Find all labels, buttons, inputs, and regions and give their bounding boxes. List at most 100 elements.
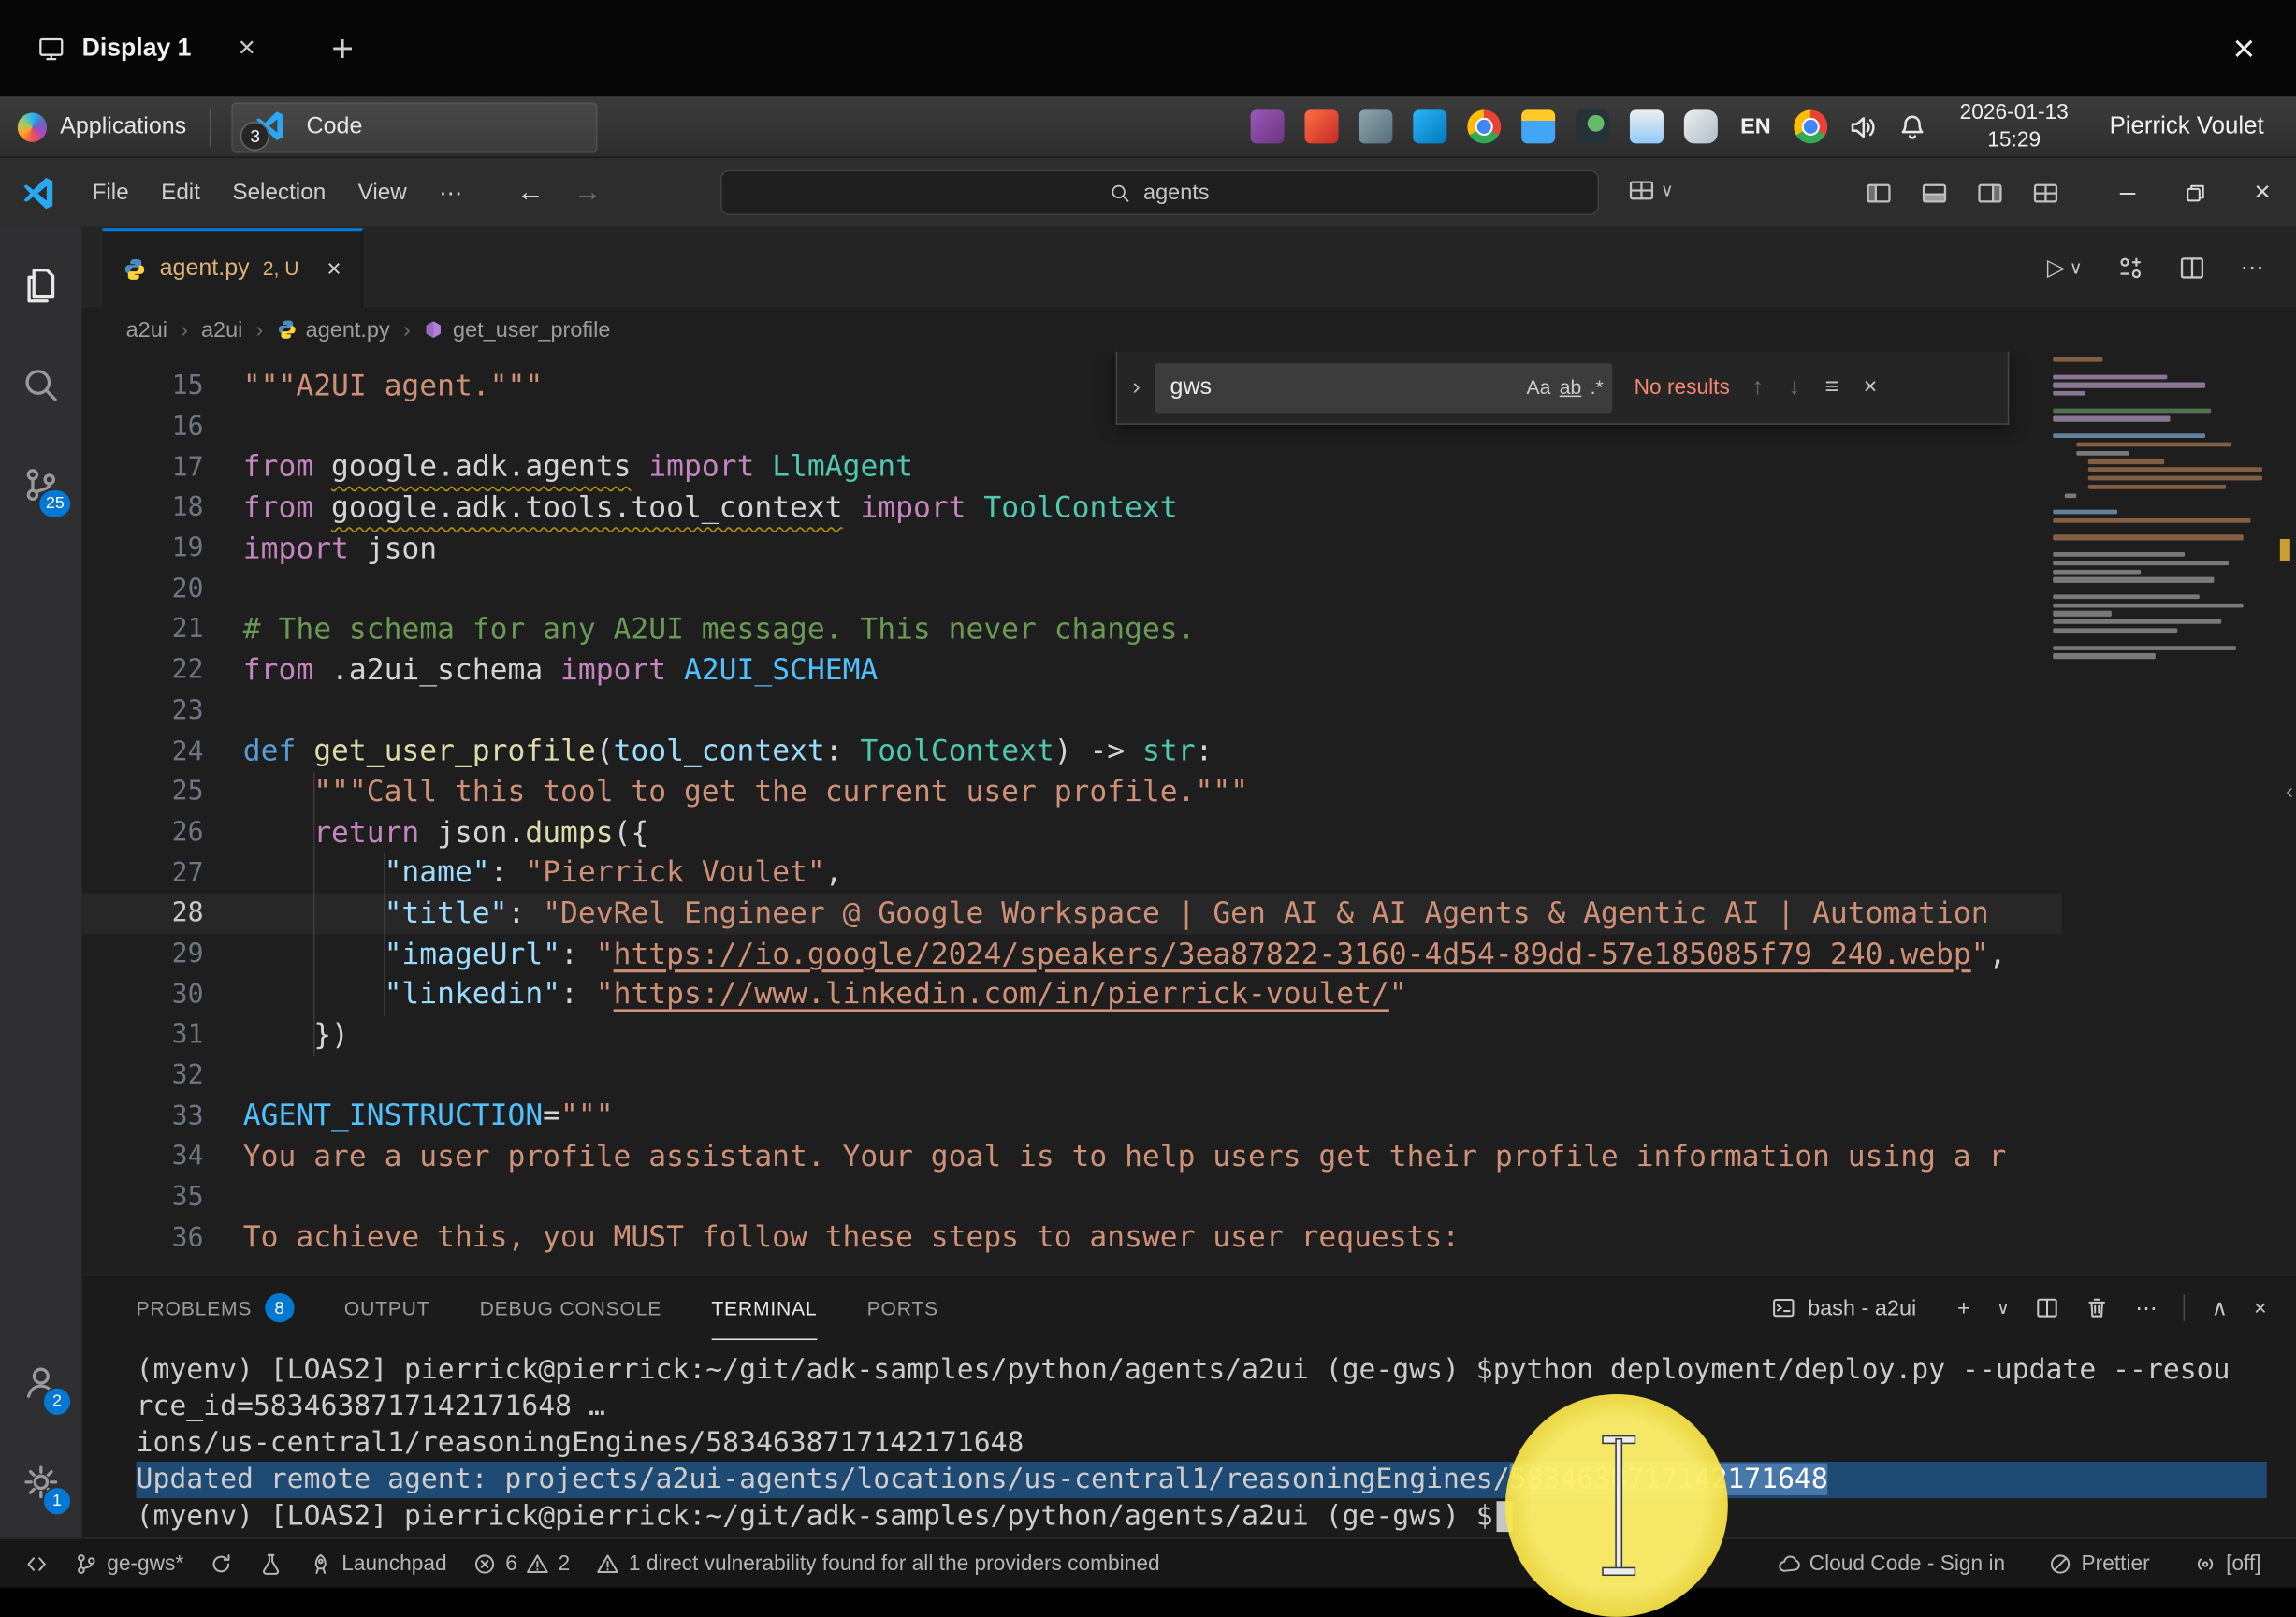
terminal-line[interactable]: ions/us-central1/reasoningEngines/583463… (137, 1425, 2267, 1462)
window-restore-button[interactable] (2161, 158, 2229, 227)
cloud-code-signin[interactable]: Cloud Code - Sign in (1777, 1551, 2005, 1575)
find-next-button[interactable]: ↓ (1788, 374, 1800, 401)
find-previous-button[interactable]: ↑ (1751, 374, 1764, 401)
code-line-33[interactable]: 33AGENT_INSTRUCTION=""" (82, 1096, 2062, 1136)
browser-icon[interactable] (1795, 109, 1828, 143)
tray-vscode-icon[interactable] (1413, 109, 1446, 143)
code-line-18[interactable]: 18from google.adk.tools.tool_context imp… (82, 488, 2062, 528)
editor-more-actions[interactable]: ⋯ (2241, 253, 2264, 282)
code-line-24[interactable]: 24def get_user_profile(tool_context: Too… (82, 731, 2062, 771)
forward-button[interactable]: → (574, 177, 602, 209)
toggle-sidebar-icon[interactable] (1866, 180, 1892, 206)
tray-clip-icon[interactable] (1683, 109, 1717, 143)
tab-agent-py[interactable]: agent.py 2, U × (103, 227, 364, 307)
launchpad-button[interactable]: Launchpad (297, 1551, 460, 1575)
window-minimize-button[interactable]: – (2094, 158, 2161, 227)
applications-menu-button[interactable]: Applications (0, 96, 204, 156)
code-line-35[interactable]: 35 (82, 1177, 2062, 1217)
terminal-dropdown-chevron[interactable]: ∨ (1997, 1298, 2010, 1318)
tray-app-icon-1[interactable] (1250, 109, 1284, 143)
split-editor-icon[interactable] (2179, 255, 2205, 281)
menu-view[interactable]: View (341, 180, 423, 206)
code-line-30[interactable]: 30 "linkedin": "https://www.linkedin.com… (82, 974, 2062, 1014)
code-line-23[interactable]: 23 (82, 691, 2062, 731)
panel-tab-ports[interactable]: PORTS (867, 1275, 938, 1340)
terminal-line[interactable]: Updated remote agent: projects/a2ui-agen… (137, 1462, 2267, 1498)
terminal-shell-selector[interactable]: bash - a2ui (1773, 1295, 1917, 1320)
activitybar-account[interactable]: 2 (0, 1333, 82, 1432)
menu-edit[interactable]: Edit (145, 180, 216, 206)
activitybar-explorer[interactable] (0, 236, 82, 335)
display-tab[interactable]: Display 1 × (0, 0, 282, 96)
activitybar-source-control[interactable]: 25 (0, 435, 82, 534)
tray-app-icon-2[interactable] (1304, 109, 1338, 143)
code-line-26[interactable]: 26 return json.dumps({ (82, 812, 2062, 852)
kill-terminal-trash-icon[interactable] (2085, 1296, 2109, 1319)
clock[interactable]: 2026-01-13 15:29 (1960, 100, 2069, 153)
panel-tab-terminal[interactable]: TERMINAL (711, 1275, 817, 1340)
find-close-button[interactable]: × (1864, 374, 1878, 401)
layout-control-button[interactable]: ∨ (1628, 177, 1673, 203)
code-line-22[interactable]: 22from .a2ui_schema import A2UI_SCHEMA (82, 650, 2062, 691)
menu-selection[interactable]: Selection (216, 180, 341, 206)
code-line-36[interactable]: 36To achieve this, you MUST follow these… (82, 1217, 2062, 1258)
new-display-tab-button[interactable]: + (331, 25, 354, 71)
breadcrumb-symbol[interactable]: get_user_profile (424, 317, 611, 342)
experiments-button[interactable] (247, 1551, 297, 1575)
window-close-button[interactable]: × (2229, 158, 2296, 227)
code-line-34[interactable]: 34You are a user profile assistant. Your… (82, 1137, 2062, 1177)
menu-file[interactable]: File (76, 180, 145, 206)
regex-toggle[interactable]: .* (1591, 376, 1604, 398)
toggle-replace-chevron[interactable]: › (1117, 374, 1155, 401)
code-line-19[interactable]: 19import json (82, 529, 2062, 569)
tray-files-icon[interactable] (1520, 109, 1554, 143)
panel-more-actions[interactable]: ⋯ (2135, 1295, 2157, 1321)
keyboard-layout-indicator[interactable]: EN (1740, 114, 1771, 139)
code-line-32[interactable]: 32 (82, 1056, 2062, 1096)
find-in-selection-toggle[interactable]: ≡ (1825, 374, 1839, 401)
whole-word-toggle[interactable]: ab (1560, 376, 1582, 398)
code-editor[interactable]: 15"""A2UI agent."""1617from google.adk.a… (82, 352, 2296, 1275)
code-line-25[interactable]: 25 """Call this tool to get the current … (82, 772, 2062, 812)
command-center-search[interactable]: agents (720, 170, 1599, 216)
problems-status[interactable]: 6 2 (460, 1551, 584, 1575)
split-terminal-icon[interactable] (2036, 1296, 2059, 1319)
minimap[interactable] (2053, 357, 2267, 663)
code-line-20[interactable]: 20 (82, 569, 2062, 609)
new-terminal-button[interactable]: + (1957, 1295, 1970, 1320)
screencast-status[interactable]: [off] (2194, 1551, 2261, 1575)
code-line-28[interactable]: 28 "title": "DevRel Engineer @ Google Wo… (82, 894, 2062, 934)
terminal-line[interactable]: rce_id=5834638717142171648 … (137, 1389, 2267, 1425)
chrome-icon[interactable] (1466, 109, 1500, 143)
code-line-21[interactable]: 21# The schema for any A2UI message. Thi… (82, 609, 2062, 649)
breadcrumb-folder[interactable]: a2ui (126, 317, 167, 342)
taskbar-window-code[interactable]: 3 Code (232, 102, 598, 152)
git-branch-status[interactable]: ge-gws* (62, 1551, 197, 1575)
volume-icon[interactable] (1849, 112, 1878, 141)
customize-layout-icon[interactable] (2032, 180, 2058, 206)
maximize-panel-button[interactable]: ∧ (2212, 1295, 2228, 1321)
code-line-31[interactable]: 31 }) (82, 1015, 2062, 1056)
run-python-file-button[interactable]: ▷ ∨ (2047, 253, 2083, 282)
activitybar-settings[interactable]: 1 (0, 1433, 82, 1532)
notifications-bell-icon[interactable] (1898, 112, 1927, 141)
tray-display-icon[interactable] (1629, 109, 1663, 143)
terminal-line[interactable]: (myenv) [LOAS2] pierrick@pierrick:~/git/… (137, 1352, 2267, 1389)
find-input[interactable]: gws Aa ab .* (1155, 362, 1612, 412)
tab-close-icon[interactable]: × (327, 255, 341, 284)
back-button[interactable]: ← (516, 177, 545, 209)
code-line-29[interactable]: 29 "imageUrl": "https://io.google/2024/s… (82, 934, 2062, 974)
panel-tab-debug-console[interactable]: DEBUG CONSOLE (480, 1275, 662, 1340)
remote-window-button[interactable] (12, 1551, 62, 1575)
viewer-close-button[interactable]: × (2232, 25, 2255, 71)
terminal-output[interactable]: (myenv) [LOAS2] pierrick@pierrick:~/git/… (82, 1340, 2296, 1535)
open-changes-icon[interactable] (2117, 255, 2143, 281)
tray-screenshot-icon[interactable] (1575, 109, 1608, 143)
panel-tab-output[interactable]: OUTPUT (344, 1275, 430, 1340)
tray-app-icon-3[interactable] (1359, 109, 1392, 143)
terminal-line[interactable]: (myenv) [LOAS2] pierrick@pierrick:~/git/… (137, 1498, 2267, 1535)
toggle-secondary-sidebar-icon[interactable] (1977, 180, 2003, 206)
match-case-toggle[interactable]: Aa (1527, 376, 1551, 398)
vulnerability-status[interactable]: 1 direct vulnerability found for all the… (583, 1551, 1172, 1575)
sync-changes-button[interactable] (196, 1551, 246, 1575)
